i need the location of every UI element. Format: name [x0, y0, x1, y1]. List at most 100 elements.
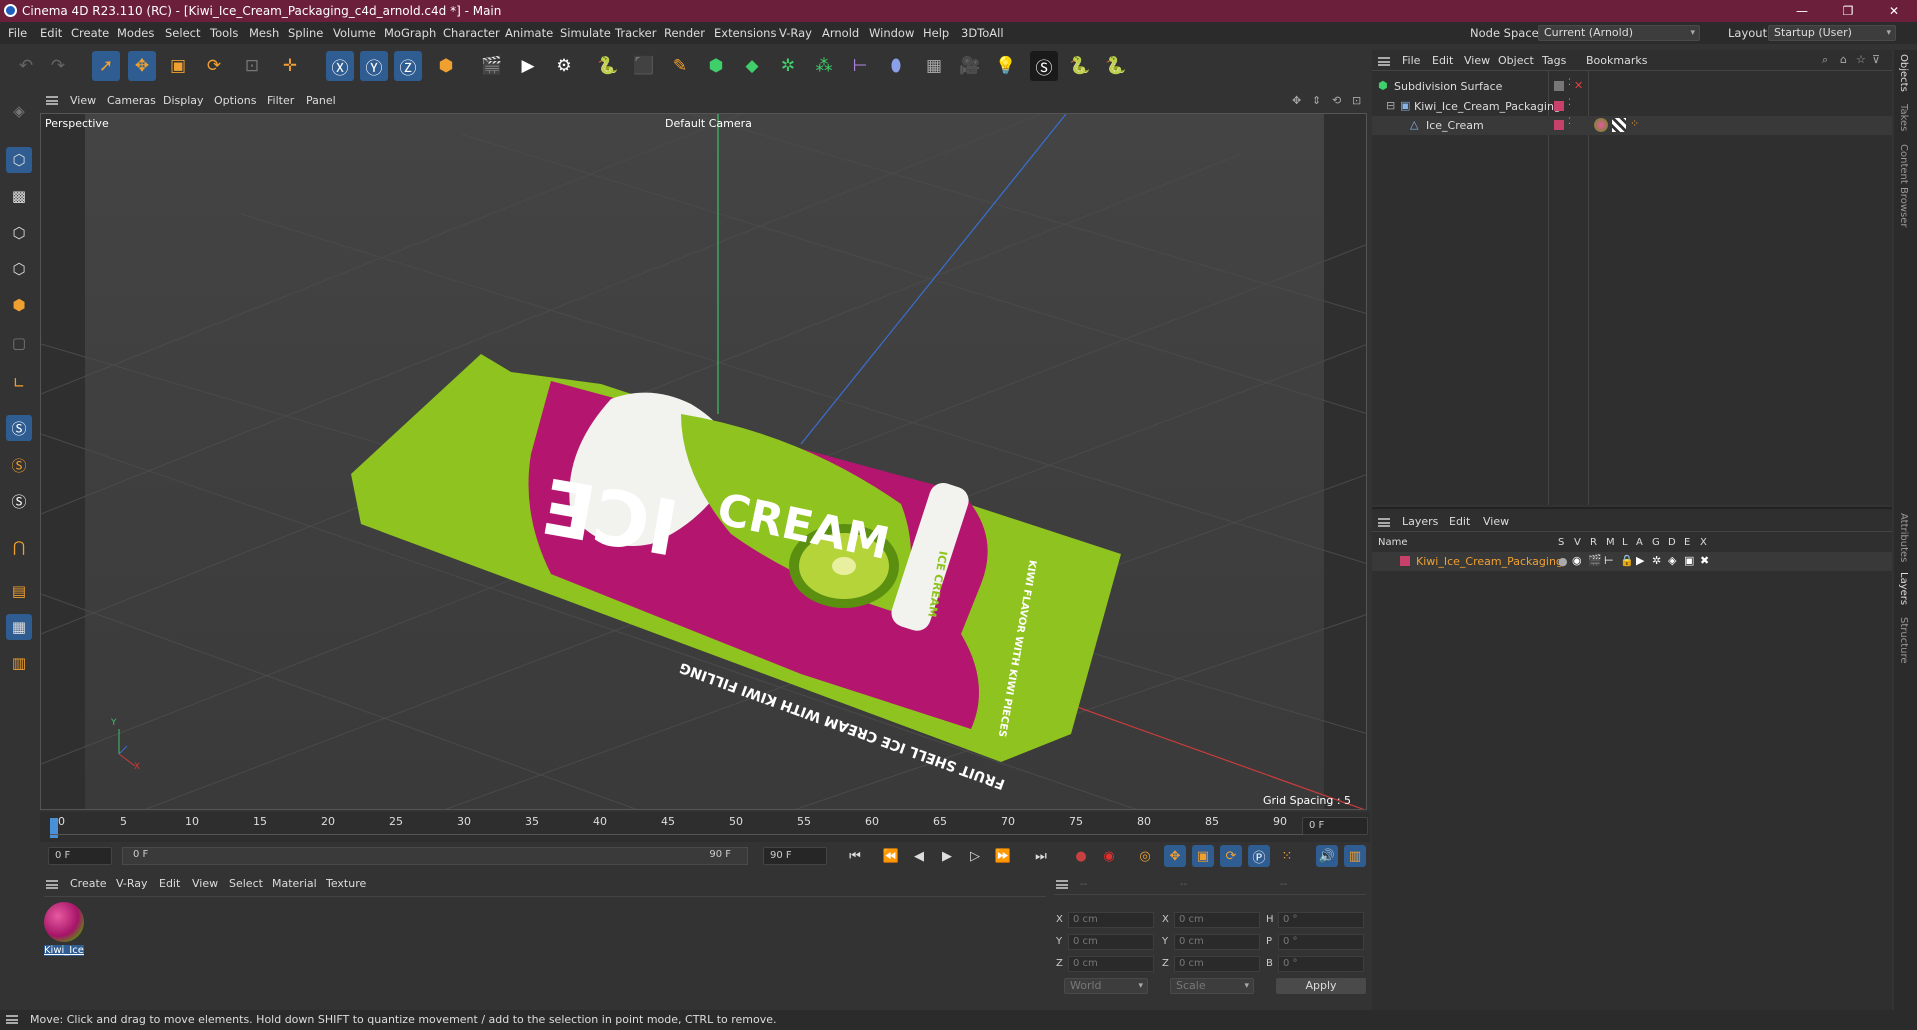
play-icon[interactable]: ▶	[936, 845, 958, 867]
move-tool-icon[interactable]: ✥	[128, 51, 156, 81]
layer-name[interactable]: Kiwi_Ice_Cream_Packaging	[1416, 555, 1563, 568]
layer-col-m[interactable]: M	[1606, 537, 1615, 548]
texture-mode-icon[interactable]: ▩	[6, 183, 32, 209]
tab-layers[interactable]: Layers	[1898, 572, 1909, 605]
key-pla-icon[interactable]: ⁙	[1276, 845, 1298, 867]
object-filter-icon[interactable]: ⊽	[1872, 53, 1880, 66]
menu-tracker[interactable]: Tracker	[615, 26, 657, 40]
menu-create[interactable]: Create	[71, 26, 109, 40]
object-row-ice-cream[interactable]: △ Ice_Cream ⁚ ⁘	[1372, 116, 1892, 135]
position-z-field[interactable]: 0 cm	[1068, 956, 1154, 972]
visibility-dots-icon[interactable]: ⁚	[1568, 98, 1571, 108]
menu-vray[interactable]: V-Ray	[779, 26, 812, 40]
layer-row[interactable]: Kiwi_Ice_Cream_Packaging ● ◉ 🎬 ⊢ 🔒 ▶ ✲ ◈…	[1372, 552, 1892, 571]
undo-icon[interactable]: ↶	[12, 51, 40, 81]
start-frame-field[interactable]: 0 F	[48, 847, 112, 865]
viewport-zoom-icon[interactable]: ⇕	[1312, 94, 1321, 107]
layer-panel-menu-icon[interactable]	[1378, 518, 1390, 527]
points-mode-icon[interactable]: ⬡	[6, 220, 32, 246]
x-axis-lock-icon[interactable]: Ⓧ	[326, 51, 354, 81]
position-y-field[interactable]: 0 cm	[1068, 934, 1154, 950]
previous-frame-icon[interactable]: ◀	[908, 845, 930, 867]
layer-col-x[interactable]: X	[1700, 537, 1707, 548]
render-view-icon[interactable]: 🎬	[478, 51, 506, 81]
object-row-kiwi-packaging[interactable]: ⊟ ▣ Kiwi_Ice_Cream_Packaging ⁚	[1372, 97, 1892, 116]
layer-col-r[interactable]: R	[1590, 537, 1597, 548]
layer-color-swatch[interactable]	[1400, 556, 1410, 566]
size-z-field[interactable]: 0 cm	[1174, 956, 1260, 972]
layer-generators-icon[interactable]: ✲	[1652, 554, 1661, 567]
z-axis-lock-icon[interactable]: Ⓩ	[394, 51, 422, 81]
previous-key-icon[interactable]: ⏪	[880, 845, 902, 867]
grid-plane-icon[interactable]: ▤	[6, 578, 32, 604]
frame-range-slider[interactable]: 0 F 90 F	[122, 847, 748, 865]
viewport-menu-filter[interactable]: Filter	[267, 94, 294, 107]
material-menu-create[interactable]: Create	[70, 877, 107, 890]
layer-animation-icon[interactable]: ▶	[1636, 554, 1644, 567]
menu-select[interactable]: Select	[165, 26, 200, 40]
coordinate-system-icon[interactable]: ⬢	[432, 51, 460, 81]
uvw-tag-icon[interactable]	[1612, 118, 1626, 132]
end-frame-field[interactable]: 90 F	[763, 847, 827, 865]
python-icon[interactable]: 🐍	[594, 51, 622, 81]
layer-col-a[interactable]: A	[1636, 537, 1643, 548]
size-x-field[interactable]: 0 cm	[1174, 912, 1260, 928]
layer-col-l[interactable]: L	[1622, 537, 1628, 548]
autokey-icon[interactable]: ◉	[1098, 845, 1120, 867]
key-position-icon[interactable]: ✥	[1164, 845, 1186, 867]
object-panel-menu-icon[interactable]	[1378, 57, 1390, 66]
object-home-icon[interactable]: ⌂	[1840, 53, 1847, 66]
menu-3dtoall[interactable]: 3DToAll	[961, 26, 1004, 40]
field-icon[interactable]: ⬮	[882, 51, 910, 81]
snap-3d-icon[interactable]: Ⓢ	[6, 488, 32, 514]
render-picture-viewer-icon[interactable]: ▶	[514, 51, 542, 81]
scale-tool-icon[interactable]: ▣	[164, 51, 192, 81]
layer-menu-edit[interactable]: Edit	[1449, 515, 1470, 528]
next-key-icon[interactable]: ⏩	[992, 845, 1014, 867]
object-menu-tags[interactable]: Tags	[1542, 54, 1566, 67]
coord-scale-select[interactable]: Scale	[1170, 978, 1254, 994]
layer-tag-icon[interactable]	[1554, 120, 1564, 130]
selection-tag-icon[interactable]: ⁘	[1630, 117, 1639, 130]
playhead-marker[interactable]	[50, 818, 58, 838]
snap-settings-icon[interactable]: Ⓢ	[6, 452, 32, 478]
viewport-menu-options[interactable]: Options	[214, 94, 256, 107]
subdivision-icon[interactable]: ⬢	[702, 51, 730, 81]
fcurve-window-icon[interactable]: ▥	[1344, 845, 1366, 867]
redo-icon[interactable]: ↷	[44, 51, 72, 81]
deformer-icon[interactable]: ⊢	[846, 51, 874, 81]
vray-logo-icon[interactable]: Ⓢ	[1030, 51, 1058, 81]
layer-render-icon[interactable]: 🎬	[1588, 554, 1602, 567]
make-editable-icon[interactable]: ◈	[6, 98, 32, 124]
layer-col-e[interactable]: E	[1684, 537, 1690, 548]
visibility-dots-icon[interactable]: ⁚	[1568, 78, 1571, 88]
disable-x-icon[interactable]: ✕	[1574, 79, 1583, 92]
object-menu-file[interactable]: File	[1402, 54, 1420, 67]
layer-solo-icon[interactable]: ●	[1558, 555, 1568, 568]
tab-takes[interactable]: Takes	[1898, 104, 1909, 131]
material-menu-edit[interactable]: Edit	[159, 877, 180, 890]
python-script-icon[interactable]: 🐍	[1066, 51, 1094, 81]
object-menu-edit[interactable]: Edit	[1432, 54, 1453, 67]
grid-icon[interactable]: ▦	[6, 614, 32, 640]
menu-arnold[interactable]: Arnold	[822, 26, 859, 40]
menu-mograph[interactable]: MoGraph	[384, 26, 436, 40]
key-scale-icon[interactable]: ▣	[1192, 845, 1214, 867]
layer-menu-view[interactable]: View	[1483, 515, 1509, 528]
object-search-icon[interactable]: ⌕	[1822, 53, 1828, 67]
rotation-b-field[interactable]: 0 °	[1278, 956, 1364, 972]
menu-volume[interactable]: Volume	[333, 26, 376, 40]
layer-menu-layers[interactable]: Layers	[1402, 515, 1438, 528]
camera-icon[interactable]: 🎥	[956, 51, 984, 81]
position-x-field[interactable]: 0 cm	[1068, 912, 1154, 928]
menu-spline[interactable]: Spline	[288, 26, 323, 40]
key-parameter-icon[interactable]: Ⓟ	[1248, 845, 1270, 867]
viewport-camera-label[interactable]: Default Camera	[665, 117, 752, 130]
visibility-dots-icon[interactable]: ⁚	[1568, 117, 1571, 127]
apply-button[interactable]: Apply	[1276, 978, 1366, 994]
layout-select[interactable]: Startup (User)	[1768, 25, 1896, 41]
current-frame-field[interactable]: 0 F	[1302, 817, 1368, 835]
layer-xrefs-icon[interactable]: ✖	[1700, 554, 1709, 567]
workplane-icon[interactable]: ∟	[6, 370, 32, 396]
material-swatch[interactable]: Kiwi_Ice	[44, 902, 84, 958]
